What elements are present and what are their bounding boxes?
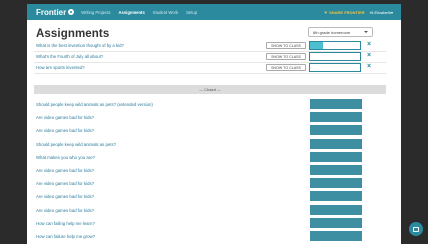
closed-assignment-row: How can failure help me grow? (34, 231, 386, 242)
assignment-question[interactable]: Are video games bad for kids? (36, 194, 94, 199)
closed-assignment-row: Are video games bad for kids? (34, 112, 386, 123)
closed-response-bar[interactable] (310, 165, 362, 175)
closed-response-bar[interactable] (310, 138, 362, 149)
chevron-down-icon: ▾ (390, 9, 393, 15)
chevron-down-icon (364, 31, 368, 33)
closed-response-bar[interactable] (310, 231, 362, 241)
assignment-question[interactable]: Should people keep wild animals as pets? (36, 142, 116, 147)
top-nav-bar: Frontier Writing Projects Assignments St… (27, 4, 401, 20)
chat-help-button[interactable] (409, 222, 423, 236)
assignment-question[interactable]: How can failure help me grow? (36, 234, 95, 239)
user-menu[interactable]: Hi Elizabeth▾ (370, 10, 393, 15)
closed-assignment-row: Should people keep wild animals as pets? (34, 138, 386, 150)
closed-section-header: — Closed — (34, 85, 386, 94)
brand-name: Frontier (36, 7, 67, 17)
closed-response-bar[interactable] (310, 99, 362, 109)
header-right: ♥ SHARE FRONTIER Hi Elizabeth▾ (324, 10, 393, 15)
closed-response-bar[interactable] (310, 151, 362, 162)
main-content: Assignments 6th grade homeroom What is t… (27, 20, 401, 244)
show-to-class-button[interactable]: SHOW TO CLASS (266, 42, 306, 49)
assignment-question[interactable]: How are sports invented? (36, 65, 85, 70)
assignment-question[interactable]: Are video games bad for kids? (36, 115, 94, 120)
assignment-question[interactable]: Are video games bad for kids? (36, 208, 94, 213)
chat-icon (413, 226, 419, 232)
nav-writing-projects[interactable]: Writing Projects (81, 10, 110, 15)
class-select[interactable]: 6th grade homeroom (308, 27, 373, 37)
closed-assignment-row: Are video games bad for kids? (34, 178, 386, 189)
closed-response-bar[interactable] (310, 112, 362, 123)
closed-response-bar[interactable] (310, 217, 362, 228)
closed-assignment-row: What makes you who you are? (34, 151, 386, 163)
user-greeting: Hi Elizabeth (369, 9, 391, 15)
progress-fill (310, 42, 323, 49)
assignment-question[interactable]: Should people keep wild animals as pets?… (36, 102, 153, 107)
closed-assignment-row: Should people keep wild animals as pets?… (34, 99, 386, 110)
close-icon[interactable]: × (367, 41, 371, 48)
closed-response-bar[interactable] (310, 191, 362, 202)
assignment-question[interactable]: Are video games bad for kids? (36, 181, 94, 186)
closed-label: — Closed — (199, 87, 221, 92)
share-button[interactable]: ♥ SHARE FRONTIER (324, 10, 364, 15)
assignment-question[interactable]: Are video games bad for kids? (36, 128, 94, 133)
closed-assignment-row: Are video games bad for kids? (34, 191, 386, 202)
show-to-class-button[interactable]: SHOW TO CLASS (266, 64, 306, 71)
nav-setup[interactable]: Setup (186, 10, 197, 15)
assignment-question[interactable]: Are video games bad for kids? (36, 168, 94, 173)
nav-assignments[interactable]: Assignments (118, 10, 144, 15)
closed-assignment-row: How can failing help me learn? (34, 217, 386, 229)
share-label: SHARE FRONTIER (329, 9, 365, 15)
page-title: Assignments (36, 28, 110, 40)
assignment-question[interactable]: What is the best invention thought of by… (36, 43, 124, 48)
main-nav: Writing Projects Assignments Student Wor… (81, 10, 205, 15)
closed-assignment-row: Are video games bad for kids? (34, 204, 386, 216)
show-to-class-button[interactable]: SHOW TO CLASS (266, 53, 306, 60)
closed-response-bar[interactable] (310, 178, 362, 189)
assignment-question[interactable]: How can failing help me learn? (36, 221, 95, 226)
brand-mark-icon (68, 9, 75, 15)
close-icon[interactable]: × (367, 63, 371, 70)
closed-response-bar[interactable] (310, 204, 362, 215)
assignment-question[interactable]: What's the Fourth of July all about? (36, 54, 103, 59)
closed-response-bar[interactable] (310, 125, 362, 136)
response-progress-bar (309, 52, 361, 61)
response-progress-bar (309, 41, 361, 50)
closed-assignment-row: Are video games bad for kids? (34, 165, 386, 176)
closed-assignment-row: Are video games bad for kids? (34, 125, 386, 136)
assignment-question[interactable]: What makes you who you are? (36, 155, 95, 160)
heart-icon: ♥ (324, 9, 328, 15)
app-frame: Frontier Writing Projects Assignments St… (0, 0, 428, 244)
open-assignment-row: How are sports invented? SHOW TO CLASS × (34, 62, 386, 74)
close-icon[interactable]: × (367, 52, 371, 59)
brand-logo[interactable]: Frontier (36, 8, 75, 17)
response-progress-bar (309, 63, 361, 72)
nav-student-work[interactable]: Student Work (153, 10, 178, 15)
row-divider (34, 73, 386, 74)
class-select-value: 6th grade homeroom (313, 29, 351, 35)
